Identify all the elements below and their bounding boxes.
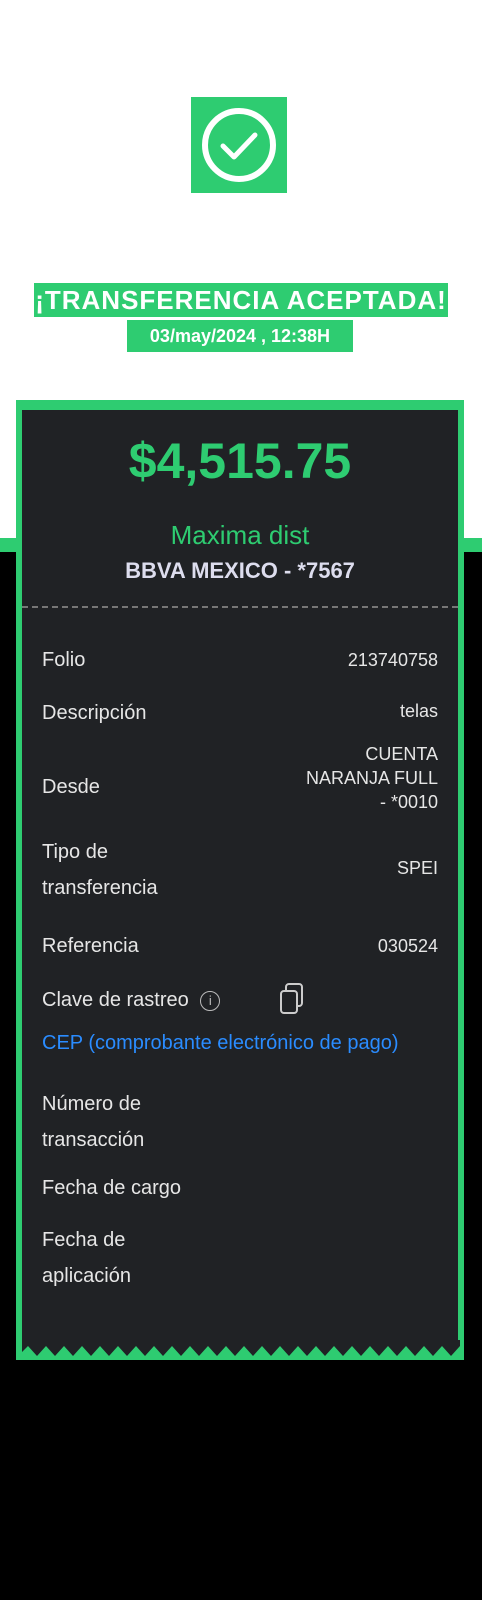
row-label: Número de transacción <box>42 1093 145 1151</box>
row-label: Tipo de transferencia <box>42 841 158 899</box>
row-value: 030524 <box>377 936 438 956</box>
success-check-icon <box>191 97 287 193</box>
row-value: 213740758 <box>347 650 438 670</box>
row-value: CUENTA NARANJA FULL - *0010 <box>305 744 438 812</box>
row-value: telas <box>399 701 438 721</box>
recipient-name: Maxima dist <box>170 520 310 550</box>
info-icon[interactable]: i <box>200 990 221 1011</box>
row-label: Clave de rastreo i <box>42 982 221 1018</box>
copy-icon[interactable] <box>278 982 306 1016</box>
row-label: Fecha de cargo <box>42 1177 181 1199</box>
receipt-zigzag-edge <box>22 1340 460 1356</box>
transfer-datetime: 03/may/2024 , 12:38H <box>127 320 353 352</box>
row-label: Referencia <box>42 935 139 957</box>
success-title: ¡TRANSFERENCIA ACEPTADA! <box>34 283 448 317</box>
row-value: SPEI <box>396 858 438 878</box>
amount: $4,515.75 <box>128 433 352 489</box>
row-label: Desde <box>42 776 100 798</box>
receipt-card: $4,515.75 Maxima dist BBVA MEXICO - *756… <box>16 400 464 1360</box>
dashed-divider <box>22 606 458 608</box>
row-label: Descripción <box>42 702 147 724</box>
recipient-bank: BBVA MEXICO - *7567 <box>125 558 355 583</box>
row-label: Fecha de aplicación <box>42 1229 131 1287</box>
receipt-body: $4,515.75 Maxima dist BBVA MEXICO - *756… <box>22 410 458 1340</box>
row-label: Folio <box>42 649 86 671</box>
cep-link[interactable]: CEP (comprobante electrónico de pago) <box>42 1032 399 1055</box>
